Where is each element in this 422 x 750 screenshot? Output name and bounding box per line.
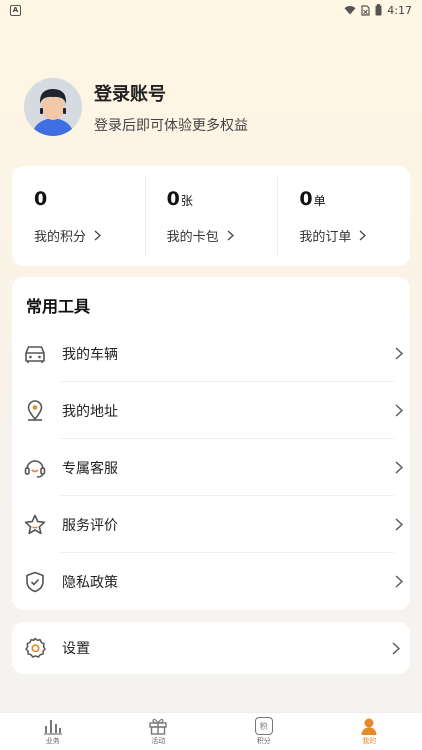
notification-a-icon: A: [10, 4, 21, 16]
nav-label: 我的: [362, 737, 377, 745]
stat-label: 我的积分: [34, 230, 87, 245]
status-bar: A 4:17: [0, 0, 422, 20]
stat-label: 我的卡包: [166, 230, 219, 245]
nav-mine[interactable]: 我的: [317, 713, 422, 750]
nav-label: 业务: [45, 737, 60, 745]
tools-title: 常用工具: [26, 297, 91, 316]
chevron-right-icon: [395, 461, 403, 474]
tools-card: 常用工具 我的车辆 我的地址 专属客服 服务评价 隐私政策: [12, 277, 410, 610]
sim-icon: [361, 4, 370, 16]
nav-label: 活动: [151, 737, 166, 745]
tool-my-vehicle[interactable]: 我的车辆: [22, 325, 403, 382]
settings-row[interactable]: 设置: [12, 622, 410, 674]
chevron-right-icon: [94, 230, 101, 241]
stat-orders[interactable]: 0单 我的订单: [277, 166, 410, 266]
login-subtitle: 登录后即可体验更多权益: [94, 117, 248, 134]
star-icon: [22, 512, 48, 538]
chart-icon: [43, 720, 62, 735]
stat-value: 0张: [166, 188, 193, 210]
user-icon: [361, 718, 377, 735]
car-icon: [22, 341, 48, 367]
status-time: 4:17: [387, 3, 412, 17]
tool-my-address[interactable]: 我的地址: [22, 382, 403, 439]
chevron-right-icon: [395, 404, 403, 417]
stat-value: 0: [34, 188, 48, 210]
headset-icon: [22, 455, 48, 481]
gift-icon: [149, 718, 167, 735]
stat-cards[interactable]: 0张 我的卡包: [144, 166, 278, 266]
gear-icon: [22, 635, 48, 661]
nav-points[interactable]: 积 积分: [211, 713, 317, 750]
stat-points[interactable]: 0 我的积分: [12, 166, 145, 266]
tool-service-review[interactable]: 服务评价: [22, 496, 403, 553]
location-icon: [22, 398, 48, 424]
chevron-right-icon: [395, 575, 403, 588]
chevron-right-icon: [227, 230, 234, 241]
tool-label: 我的地址: [62, 403, 118, 420]
chevron-right-icon: [359, 230, 367, 241]
chevron-right-icon: [392, 641, 400, 655]
chevron-right-icon: [395, 518, 403, 531]
battery-icon: [375, 4, 382, 16]
nav-business[interactable]: 业务: [0, 713, 106, 750]
stat-label: 我的订单: [299, 230, 352, 245]
default-avatar-icon: [24, 78, 82, 136]
stat-value: 0单: [299, 188, 326, 210]
tool-customer-service[interactable]: 专属客服: [22, 439, 403, 496]
tool-label: 服务评价: [62, 517, 118, 534]
tool-privacy-policy[interactable]: 隐私政策: [22, 553, 403, 610]
wifi-icon: [344, 6, 356, 15]
nav-label: 积分: [256, 737, 271, 745]
login-title[interactable]: 登录账号: [94, 80, 248, 106]
settings-label: 设置: [62, 641, 90, 657]
shield-icon: [22, 569, 48, 595]
points-icon: 积: [254, 717, 273, 735]
stats-card: 0 我的积分 0张 我的卡包 0单 我的订单: [12, 166, 410, 266]
tool-label: 隐私政策: [62, 574, 118, 591]
bottom-nav: 业务 活动 积 积分 我的: [0, 712, 422, 750]
profile-header[interactable]: 登录账号 登录后即可体验更多权益: [24, 78, 248, 136]
nav-activity[interactable]: 活动: [106, 713, 212, 750]
tool-label: 专属客服: [62, 460, 118, 477]
points-icon-text: 积: [259, 721, 268, 731]
chevron-right-icon: [395, 347, 403, 360]
tool-label: 我的车辆: [62, 346, 118, 363]
avatar[interactable]: [24, 78, 82, 136]
